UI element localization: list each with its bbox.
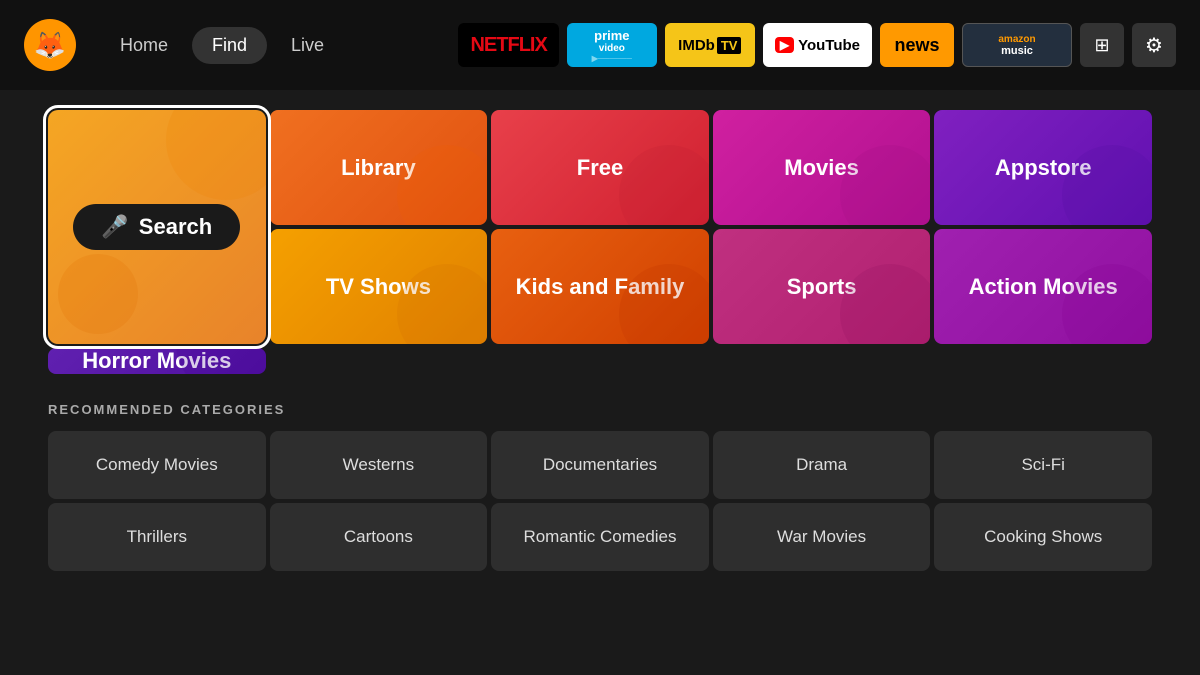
rec-documentaries[interactable]: Documentaries [491,431,709,499]
app-news[interactable]: news [880,23,954,67]
library-tile[interactable]: Library [270,110,488,225]
movies-tile[interactable]: Movies [713,110,931,225]
header: 🦊 Home Find Live NETFLIX prime video ▶──… [0,0,1200,90]
movies-label: Movies [784,155,859,181]
rec-drama[interactable]: Drama [713,431,931,499]
horror-label: Horror Movies [82,348,231,374]
sports-tile[interactable]: Sports [713,229,931,344]
section-title: RECOMMENDED CATEGORIES [48,402,1152,417]
nav: Home Find Live [100,27,344,64]
search-label: Search [139,214,212,240]
main-content: 🎤 Search Library Free Movies Appstore T [0,90,1200,571]
kids-label: Kids and Family [516,274,685,300]
app-netflix[interactable]: NETFLIX [458,23,558,67]
rec-romantic-comedies[interactable]: Romantic Comedies [491,503,709,571]
settings-icon[interactable]: ⚙ [1132,23,1176,67]
free-label: Free [577,155,623,181]
rec-cartoons[interactable]: Cartoons [270,503,488,571]
app-amazon-music[interactable]: amazon music [962,23,1072,67]
appstore-tile[interactable]: Appstore [934,110,1152,225]
rec-westerns[interactable]: Westerns [270,431,488,499]
logo[interactable]: 🦊 [24,19,76,71]
kids-tile[interactable]: Kids and Family [491,229,709,344]
tvshows-label: TV Shows [326,274,431,300]
nav-live[interactable]: Live [271,27,344,64]
rec-comedy-movies[interactable]: Comedy Movies [48,431,266,499]
nav-find[interactable]: Find [192,27,267,64]
free-tile[interactable]: Free [491,110,709,225]
rec-cooking-shows[interactable]: Cooking Shows [934,503,1152,571]
tvshows-tile[interactable]: TV Shows [270,229,488,344]
grid-icon[interactable]: ⊞ [1080,23,1124,67]
app-youtube[interactable]: ▶ YouTube [763,23,872,67]
sports-label: Sports [787,274,857,300]
library-label: Library [341,155,416,181]
search-button[interactable]: 🎤 Search [73,204,240,250]
app-imdb[interactable]: IMDb TV [665,23,755,67]
horror-movies-tile[interactable]: Horror Movies [48,348,266,374]
action-label: Action Movies [969,274,1118,300]
app-prime-video[interactable]: prime video ▶────── [567,23,657,67]
appstore-label: Appstore [995,155,1092,181]
microphone-icon: 🎤 [101,214,128,240]
search-tile[interactable]: 🎤 Search [48,110,266,344]
recommended-grid: Comedy Movies Westerns Documentaries Dra… [48,431,1152,571]
apps-row: NETFLIX prime video ▶────── IMDb TV ▶ Yo… [458,23,1176,67]
rec-sci-fi[interactable]: Sci-Fi [934,431,1152,499]
rec-thrillers[interactable]: Thrillers [48,503,266,571]
rec-war-movies[interactable]: War Movies [713,503,931,571]
nav-home[interactable]: Home [100,27,188,64]
category-grid: 🎤 Search Library Free Movies Appstore T [48,110,1152,374]
recommended-section: RECOMMENDED CATEGORIES Comedy Movies Wes… [48,402,1152,571]
action-movies-tile[interactable]: Action Movies [934,229,1152,344]
